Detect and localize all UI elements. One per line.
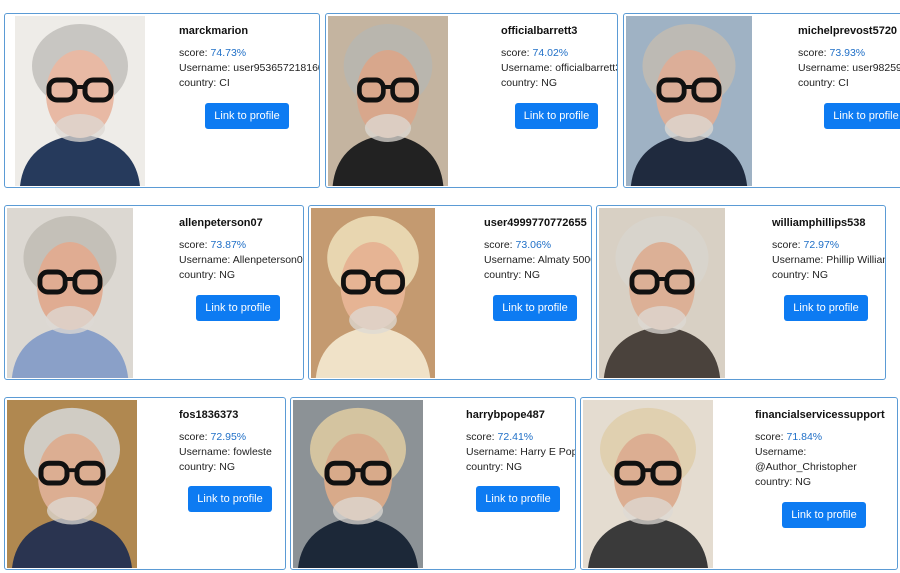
- link-to-profile-button[interactable]: Link to profile: [824, 103, 900, 129]
- username-text: Username: Phillip William: [772, 254, 886, 266]
- username-text: Username: user9825920: [798, 62, 900, 74]
- country-text: country: NG: [755, 476, 812, 488]
- profile-card: michelprevost5720 score: 73.93% Username…: [623, 13, 900, 188]
- username-text: Username:: [755, 446, 807, 458]
- link-to-profile-button[interactable]: Link to profile: [196, 295, 280, 321]
- profile-photo: [626, 16, 752, 186]
- profile-handle: fos1836373: [179, 409, 239, 421]
- link-to-profile-button[interactable]: Link to profile: [784, 295, 868, 321]
- country-text: country: CI: [798, 77, 849, 89]
- country-text: country: NG: [501, 77, 558, 89]
- profile-card: user4999770772655 score: 73.06% Username…: [308, 205, 592, 380]
- score-label: score:: [179, 239, 208, 251]
- username-text: Username: Harry E Pope: [466, 446, 576, 458]
- score-label: score:: [772, 239, 801, 251]
- profile-card: harrybpope487 score: 72.41% Username: Ha…: [290, 397, 576, 570]
- photo-beard: [364, 114, 412, 142]
- profile-photo: [293, 400, 423, 568]
- country-text: country: CI: [179, 77, 230, 89]
- username-text: Username: user9536572181609: [179, 62, 320, 74]
- username-text: Username: officialbarrett3: [501, 62, 618, 74]
- profile-photo: [583, 400, 713, 568]
- photo-beard: [623, 496, 673, 525]
- score-label: score:: [501, 47, 530, 59]
- score-label: score:: [466, 431, 495, 443]
- photo-beard: [333, 496, 383, 525]
- score-value: 72.95%: [210, 431, 247, 443]
- link-to-profile-button[interactable]: Link to profile: [205, 103, 289, 129]
- profile-photo: [311, 208, 435, 378]
- username-text: Username: Allenpeterson07: [179, 254, 304, 266]
- score-label: score:: [755, 431, 784, 443]
- profile-handle: williamphillips538: [772, 217, 866, 229]
- link-to-profile-button[interactable]: Link to profile: [493, 295, 577, 321]
- profile-card: financialservicessupport score: 71.84% U…: [580, 397, 898, 570]
- profile-photo: [7, 400, 137, 568]
- profile-handle: harrybpope487: [466, 409, 545, 421]
- profile-handle: financialservicessupport: [755, 409, 885, 421]
- score-value: 74.73%: [210, 47, 247, 59]
- profile-card: fos1836373 score: 72.95% Username: fowle…: [4, 397, 286, 570]
- profile-photo: [15, 16, 145, 186]
- score-value: 72.97%: [803, 239, 840, 251]
- link-to-profile-button[interactable]: Link to profile: [782, 502, 866, 528]
- link-to-profile-button[interactable]: Link to profile: [515, 103, 598, 129]
- profile-photo: [599, 208, 725, 378]
- score-label: score:: [179, 431, 208, 443]
- profile-card: marckmarion score: 74.73% Username: user…: [4, 13, 320, 188]
- country-text: country: NG: [772, 269, 829, 281]
- score-label: score:: [484, 239, 513, 251]
- profile-card: officialbarrett3 score: 74.02% Username:…: [325, 13, 618, 188]
- photo-beard: [664, 114, 714, 142]
- photo-beard: [637, 306, 687, 334]
- photo-beard: [55, 114, 105, 142]
- photo-beard: [349, 306, 397, 334]
- country-text: country: NG: [466, 461, 523, 473]
- profile-handle: officialbarrett3: [501, 25, 578, 37]
- score-value: 73.93%: [829, 47, 866, 59]
- country-text: country: NG: [484, 269, 541, 281]
- username-text: Username: Almaty 5000: [484, 254, 592, 266]
- profile-card: williamphillips538 score: 72.97% Usernam…: [596, 205, 886, 380]
- country-text: country: NG: [179, 269, 236, 281]
- link-to-profile-button[interactable]: Link to profile: [188, 486, 272, 512]
- profile-handle: michelprevost5720: [798, 25, 898, 37]
- link-to-profile-button[interactable]: Link to profile: [476, 486, 560, 512]
- score-value: 73.06%: [515, 239, 552, 251]
- score-label: score:: [798, 47, 827, 59]
- score-value: 72.41%: [497, 431, 534, 443]
- username-text: Username: fowleste: [179, 446, 272, 458]
- profile-handle: allenpeterson07: [179, 217, 263, 229]
- country-text: country: NG: [179, 461, 236, 473]
- profile-photo: [7, 208, 133, 378]
- score-value: 73.87%: [210, 239, 247, 251]
- profile-photo: [328, 16, 448, 186]
- score-label: score:: [179, 47, 208, 59]
- score-value: 71.84%: [786, 431, 823, 443]
- photo-beard: [47, 496, 97, 525]
- profile-handle: marckmarion: [179, 25, 249, 37]
- photo-beard: [45, 306, 95, 334]
- profile-card: allenpeterson07 score: 73.87% Username: …: [4, 205, 304, 380]
- profile-handle: user4999770772655: [484, 217, 587, 229]
- username-text-continued: @Author_Christopher: [755, 461, 857, 473]
- score-value: 74.02%: [532, 47, 569, 59]
